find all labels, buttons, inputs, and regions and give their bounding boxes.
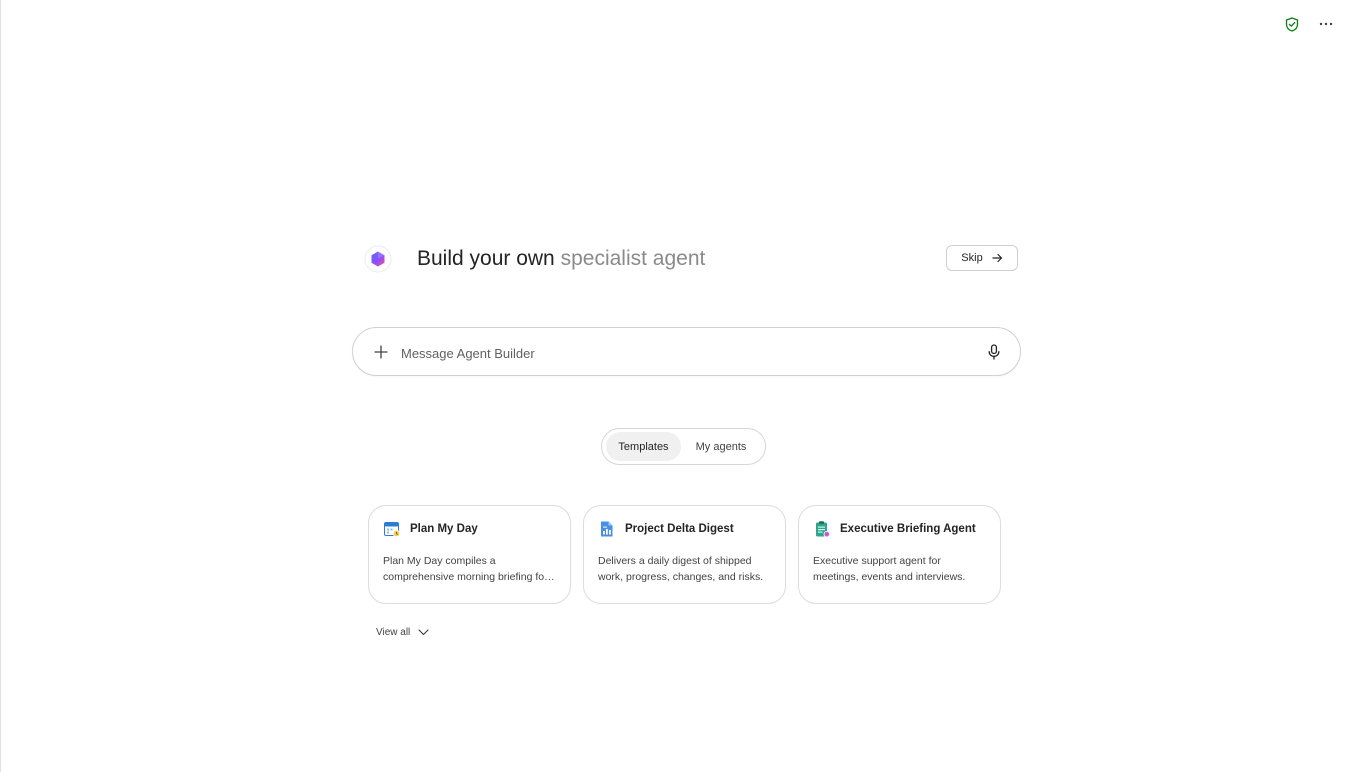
- plus-icon[interactable]: [371, 342, 391, 362]
- message-input[interactable]: [399, 340, 963, 366]
- agent-tabs: Templates My agents: [601, 428, 766, 465]
- view-all-label: View all: [376, 627, 411, 638]
- card-description: Plan My Day compiles a comprehensive mor…: [383, 555, 548, 583]
- clipboard-icon: [813, 520, 831, 538]
- top-actions: [1282, 14, 1336, 34]
- card-title: Plan My Day: [410, 523, 478, 535]
- arrow-right-icon: [992, 253, 1002, 263]
- message-composer: [352, 327, 1021, 376]
- page-title: Build your own specialist agent: [417, 246, 705, 272]
- shield-check-icon[interactable]: [1282, 14, 1302, 34]
- skip-button[interactable]: Skip: [946, 245, 1018, 271]
- chevron-down-icon: [418, 629, 429, 636]
- title-soft: specialist agent: [560, 247, 706, 270]
- view-all-button[interactable]: View all: [376, 627, 429, 638]
- more-horizontal-icon[interactable]: [1316, 14, 1336, 34]
- window-left-border: [0, 0, 1, 772]
- template-card-executive-briefing-agent[interactable]: Executive Briefing Agent Executive suppo…: [798, 505, 1001, 604]
- tab-my-agents[interactable]: My agents: [681, 432, 761, 461]
- calendar-icon: [383, 520, 401, 538]
- document-chart-icon: [598, 520, 616, 538]
- card-description: Delivers a daily digest of shipped work,…: [598, 555, 764, 583]
- template-cards: Plan My Day Plan My Day compiles a compr…: [368, 505, 1001, 604]
- card-title: Executive Briefing Agent: [840, 523, 976, 535]
- template-card-plan-my-day[interactable]: Plan My Day Plan My Day compiles a compr…: [368, 505, 571, 604]
- copilot-logo-icon: [364, 245, 392, 273]
- template-card-project-delta-digest[interactable]: Project Delta Digest Delivers a daily di…: [583, 505, 786, 604]
- tab-templates[interactable]: Templates: [606, 432, 681, 461]
- microphone-icon[interactable]: [984, 342, 1004, 362]
- card-description: Executive support agent for meetings, ev…: [813, 555, 966, 583]
- card-title: Project Delta Digest: [625, 523, 734, 535]
- skip-label: Skip: [961, 252, 983, 264]
- page-header: Build your own specialist agent Skip: [364, 244, 1020, 274]
- title-strong: Build your own: [417, 247, 555, 270]
